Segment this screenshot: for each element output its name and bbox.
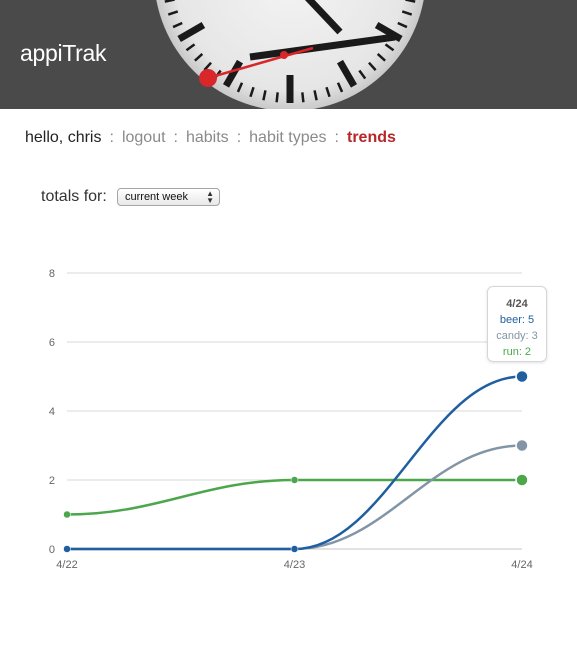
data-point-beer: [63, 545, 71, 553]
y-tick-label: 0: [49, 544, 55, 556]
greeting-text: hello, chris: [25, 129, 102, 146]
data-point-run: [63, 510, 71, 519]
y-tick-label: 4: [49, 406, 55, 418]
series-line-beer: [67, 375, 523, 551]
nav-separator: :: [109, 129, 114, 146]
tooltip-line-beer: beer: 5: [499, 314, 535, 326]
tooltip-title: 4/24: [506, 298, 528, 310]
x-tick-label: 4/24: [511, 559, 532, 571]
y-tick-label: 8: [49, 268, 55, 280]
tooltip-line-candy: candy: 3: [496, 330, 538, 342]
totals-label: totals for:: [41, 188, 107, 205]
period-select-value: current week: [125, 191, 188, 203]
nav-separator: :: [173, 129, 178, 146]
period-select[interactable]: current week ▲ ▼: [117, 188, 220, 206]
chart-tooltip: 4/24 beer: 5 candy: 3 run: 2: [487, 286, 547, 362]
x-tick-label: 4/23: [284, 559, 305, 571]
top-nav: hello, chris: logout: habits: habit types: t…: [25, 129, 396, 147]
y-tick-label: 2: [49, 475, 55, 487]
nav-trends-link[interactable]: trends: [347, 129, 396, 147]
app-title: appiTrak: [20, 40, 107, 66]
select-arrows-icon: ▲ ▼: [206, 189, 214, 205]
tooltip-line-run: run: 2: [502, 346, 532, 358]
y-tick-label: 6: [49, 337, 55, 349]
series-line-run: [66, 478, 522, 516]
nav-habit-types-link[interactable]: habit types: [249, 129, 326, 147]
x-tick-label: 4/22: [56, 559, 77, 571]
data-point-candy: [515, 438, 529, 453]
series-line-candy: [67, 444, 523, 551]
header-bar: appiTrak: [0, 0, 577, 109]
data-point-run: [515, 473, 529, 487]
nav-logout-link[interactable]: logout: [122, 129, 166, 147]
nav-separator: :: [236, 129, 242, 146]
data-point-beer: [290, 545, 299, 553]
nav-habits-link[interactable]: habits: [186, 129, 229, 147]
data-point-run: [290, 476, 299, 484]
data-point-beer: [515, 369, 529, 384]
nav-separator: :: [334, 129, 339, 146]
clock-logo-icon: [156, 0, 424, 109]
